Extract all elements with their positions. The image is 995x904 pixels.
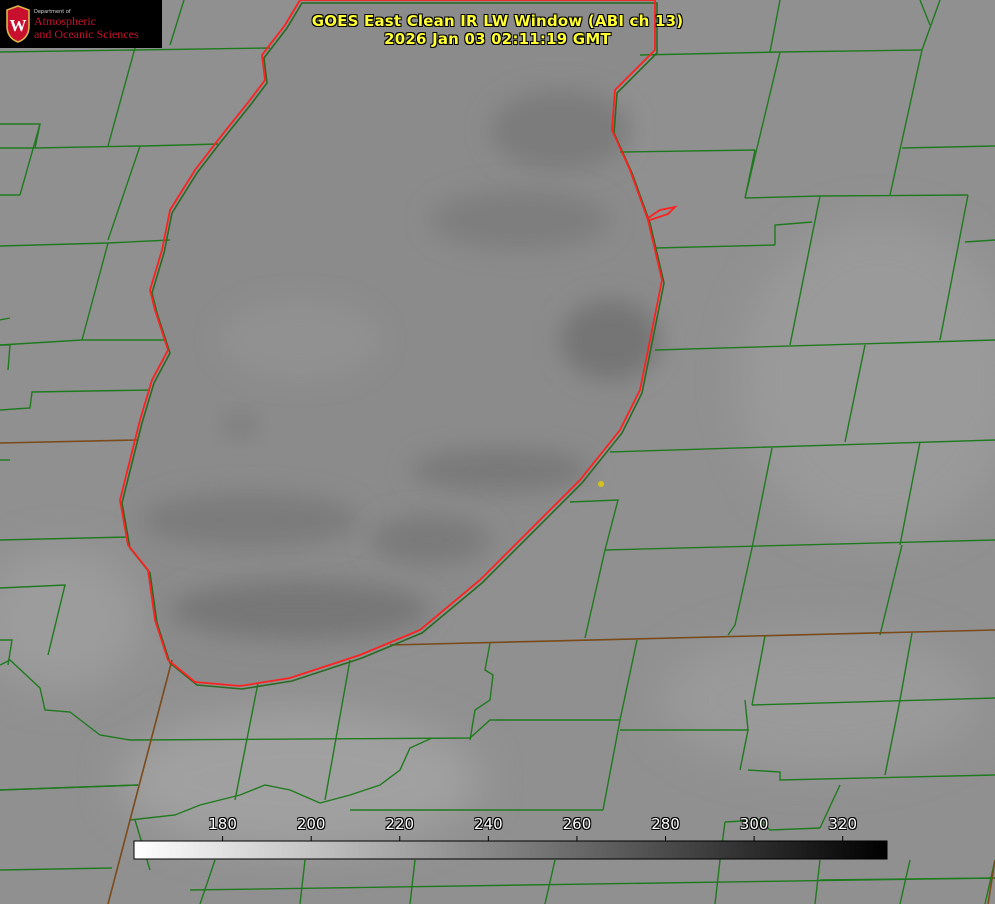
map-timestamp: 2026 Jan 03 02:11:19 GMT — [384, 30, 611, 48]
colorbar-tick-label-240: 240 — [474, 815, 503, 833]
colorbar-tick-label-300: 300 — [739, 815, 769, 833]
colorbar-gradient — [133, 840, 888, 860]
colorbar-tick-label-220: 220 — [385, 815, 415, 833]
colorbar-tick-label-180: 180 — [208, 815, 237, 833]
map-title: GOES East Clean IR LW Window (ABI ch 13) — [311, 12, 684, 30]
colorbar-tick-label-260: 260 — [562, 815, 592, 833]
colorbar-tick-label-200: 200 — [296, 815, 326, 833]
satellite-map — [0, 0, 995, 904]
colorbar-tick-label-280: 280 — [651, 815, 680, 833]
colorbar-tick-label-320: 320 — [828, 815, 858, 833]
station-dot — [598, 481, 604, 487]
